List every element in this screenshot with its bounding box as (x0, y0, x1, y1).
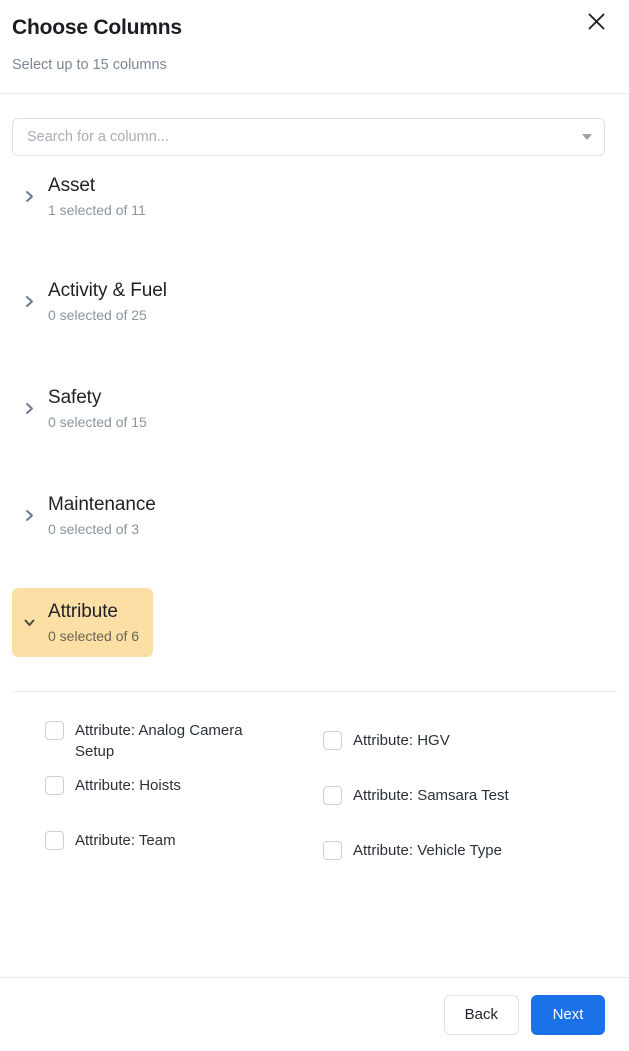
chevron-down-icon[interactable] (582, 134, 592, 140)
close-button[interactable] (581, 6, 611, 36)
category-name: Asset (48, 175, 96, 196)
chevron-right-icon (22, 295, 36, 309)
option-samsara-test[interactable]: Attribute: Samsara Test (323, 785, 617, 840)
category-row-activity-fuel[interactable]: Activity & Fuel 0 selected of 25 (12, 263, 617, 370)
option-label: Attribute: Hoists (75, 777, 181, 794)
option-vehicle-type[interactable]: Attribute: Vehicle Type (323, 840, 617, 895)
checkbox-icon[interactable] (45, 776, 64, 795)
category-row-maintenance[interactable]: Maintenance 0 selected of 3 (12, 477, 617, 584)
category-count: 0 selected of 15 (48, 414, 147, 430)
checkbox-icon[interactable] (45, 721, 64, 740)
category-count: 0 selected of 6 (48, 628, 140, 644)
option-hoists[interactable]: Attribute: Hoists (45, 775, 323, 830)
option-team[interactable]: Attribute: Team (45, 830, 323, 885)
option-label: Attribute: HGV (353, 732, 450, 749)
search-input[interactable] (13, 119, 604, 155)
option-analog-camera-setup[interactable]: Attribute: Analog Camera Setup (45, 720, 323, 775)
chevron-right-icon (22, 402, 36, 416)
back-button[interactable]: Back (443, 994, 519, 1035)
dialog-body: Asset 1 selected of 11 Activity & Fuel 0… (0, 94, 629, 977)
search-section (0, 94, 629, 156)
category-row-asset[interactable]: Asset 1 selected of 11 (12, 156, 617, 263)
attribute-options-grid: Attribute: Analog Camera Setup Attribute… (0, 692, 629, 895)
checkbox-icon[interactable] (323, 841, 342, 860)
close-icon (587, 12, 606, 31)
chevron-right-icon (22, 190, 36, 204)
choose-columns-dialog: Choose Columns Select up to 15 columns S… (0, 0, 629, 1051)
dialog-footer: Back Next (0, 977, 629, 1051)
checkbox-icon[interactable] (323, 731, 342, 750)
options-column-right: Attribute: HGV Attribute: Samsara Test A… (323, 720, 617, 895)
checkbox-icon[interactable] (45, 831, 64, 850)
category-count: 1 selected of 11 (48, 202, 146, 218)
option-hgv[interactable]: Attribute: HGV (323, 730, 617, 785)
chevron-down-icon (22, 616, 36, 630)
category-name: Safety (48, 387, 102, 408)
checkbox-icon[interactable] (323, 786, 342, 805)
category-row-safety[interactable]: Safety 0 selected of 15 (12, 370, 617, 477)
category-name: Maintenance (48, 494, 156, 515)
category-count: 0 selected of 3 (48, 521, 140, 537)
category-row-attribute[interactable]: Attribute 0 selected of 6 (12, 584, 617, 691)
dialog-subtitle: Select up to 15 columns (12, 57, 167, 73)
page-title: Choose Columns (12, 16, 182, 39)
option-label: Attribute: Vehicle Type (353, 842, 502, 859)
category-name: Activity & Fuel (48, 280, 167, 301)
search-box[interactable] (12, 118, 605, 156)
chevron-right-icon (22, 509, 36, 523)
option-label: Attribute: Analog Camera Setup (75, 722, 243, 760)
options-column-left: Attribute: Analog Camera Setup Attribute… (45, 720, 323, 895)
category-list: Asset 1 selected of 11 Activity & Fuel 0… (0, 156, 629, 691)
next-button[interactable]: Next (531, 994, 605, 1035)
category-name: Attribute (48, 601, 118, 622)
category-count: 0 selected of 25 (48, 307, 147, 323)
option-label: Attribute: Team (75, 832, 176, 849)
option-label: Attribute: Samsara Test (353, 787, 509, 804)
dialog-header: Choose Columns Select up to 15 columns (0, 0, 629, 94)
